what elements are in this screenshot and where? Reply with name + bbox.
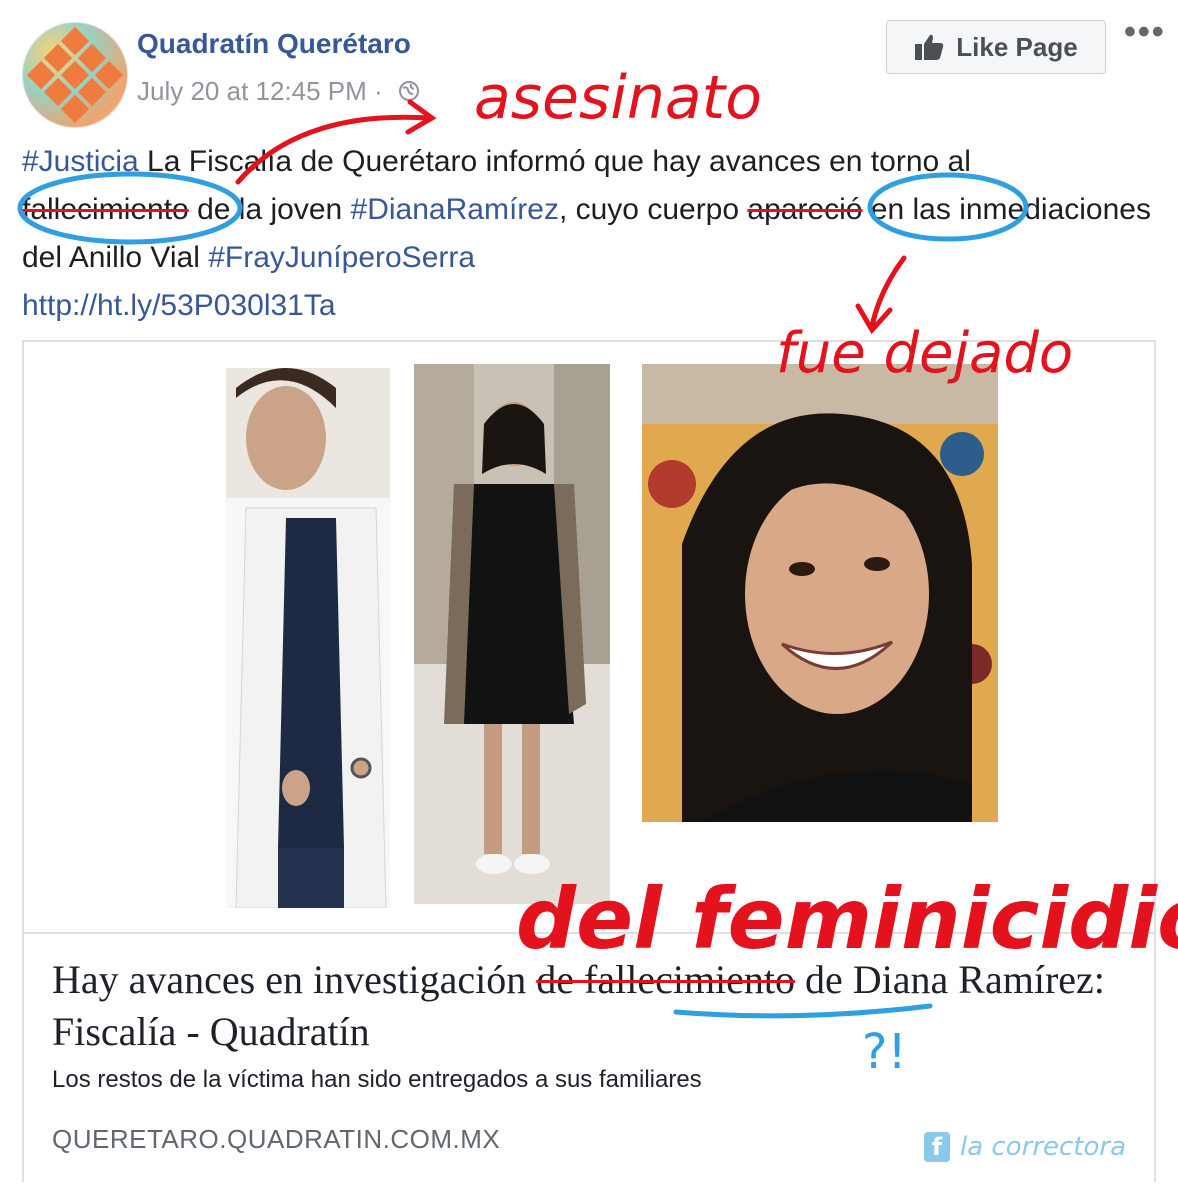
hashtag-fray-junipero-serra[interactable]: #FrayJuníperoSerra bbox=[208, 241, 475, 274]
photo-black-dress bbox=[414, 364, 610, 904]
globe-icon bbox=[398, 78, 420, 109]
post-link[interactable]: http://ht.ly/53P030l31Ta bbox=[22, 289, 336, 322]
facebook-icon: f bbox=[924, 1132, 950, 1162]
photo-portrait bbox=[642, 364, 998, 822]
card-title-part: Hay avances en investigación bbox=[52, 957, 537, 1002]
card-title[interactable]: Hay avances en investigación de fallecim… bbox=[52, 954, 1132, 1058]
page-avatar[interactable] bbox=[22, 22, 128, 128]
post-text-segment: La Fiscalía de Querétaro informó que hay… bbox=[138, 145, 971, 178]
photo-white-coat bbox=[226, 368, 390, 908]
card-image[interactable] bbox=[24, 342, 1154, 932]
card-description: Los restos de la víctima han sido entreg… bbox=[52, 1066, 702, 1093]
card-title-struck: de fallecimiento bbox=[536, 957, 796, 1002]
link-preview-card[interactable]: Hay avances en investigación de fallecim… bbox=[22, 340, 1156, 1182]
post-text: #Justicia La Fiscalía de Querétaro infor… bbox=[22, 138, 1162, 330]
more-options-button[interactable]: ••• bbox=[1124, 15, 1166, 49]
post-text-segment: de la joven bbox=[188, 193, 351, 226]
card-domain: QUERETARO.QUADRATIN.COM.MX bbox=[52, 1124, 501, 1154]
like-page-button[interactable]: Like Page bbox=[886, 20, 1106, 74]
annotation-asesinato: asesinato bbox=[474, 63, 762, 133]
post-text-segment: , cuyo cuerpo bbox=[558, 193, 748, 226]
struck-word-aparecio: apareció bbox=[747, 193, 863, 226]
hashtag-diana-ramirez[interactable]: #DianaRamírez bbox=[351, 193, 559, 226]
hashtag-justicia[interactable]: #Justicia bbox=[22, 145, 139, 178]
watermark-text: la correctora bbox=[960, 1132, 1127, 1162]
like-page-label: Like Page bbox=[956, 31, 1078, 62]
struck-word-fallecimiento: fallecimiento bbox=[22, 193, 189, 226]
quadratin-logo-icon bbox=[26, 26, 124, 124]
post-meta: July 20 at 12:45 PM · bbox=[137, 76, 420, 109]
page-name[interactable]: Quadratín Querétaro bbox=[137, 28, 411, 60]
post-timestamp[interactable]: July 20 at 12:45 PM bbox=[137, 76, 367, 106]
thumbs-up-icon bbox=[914, 33, 944, 61]
watermark: f la correctora bbox=[924, 1132, 1126, 1162]
meta-separator: · bbox=[374, 76, 383, 106]
